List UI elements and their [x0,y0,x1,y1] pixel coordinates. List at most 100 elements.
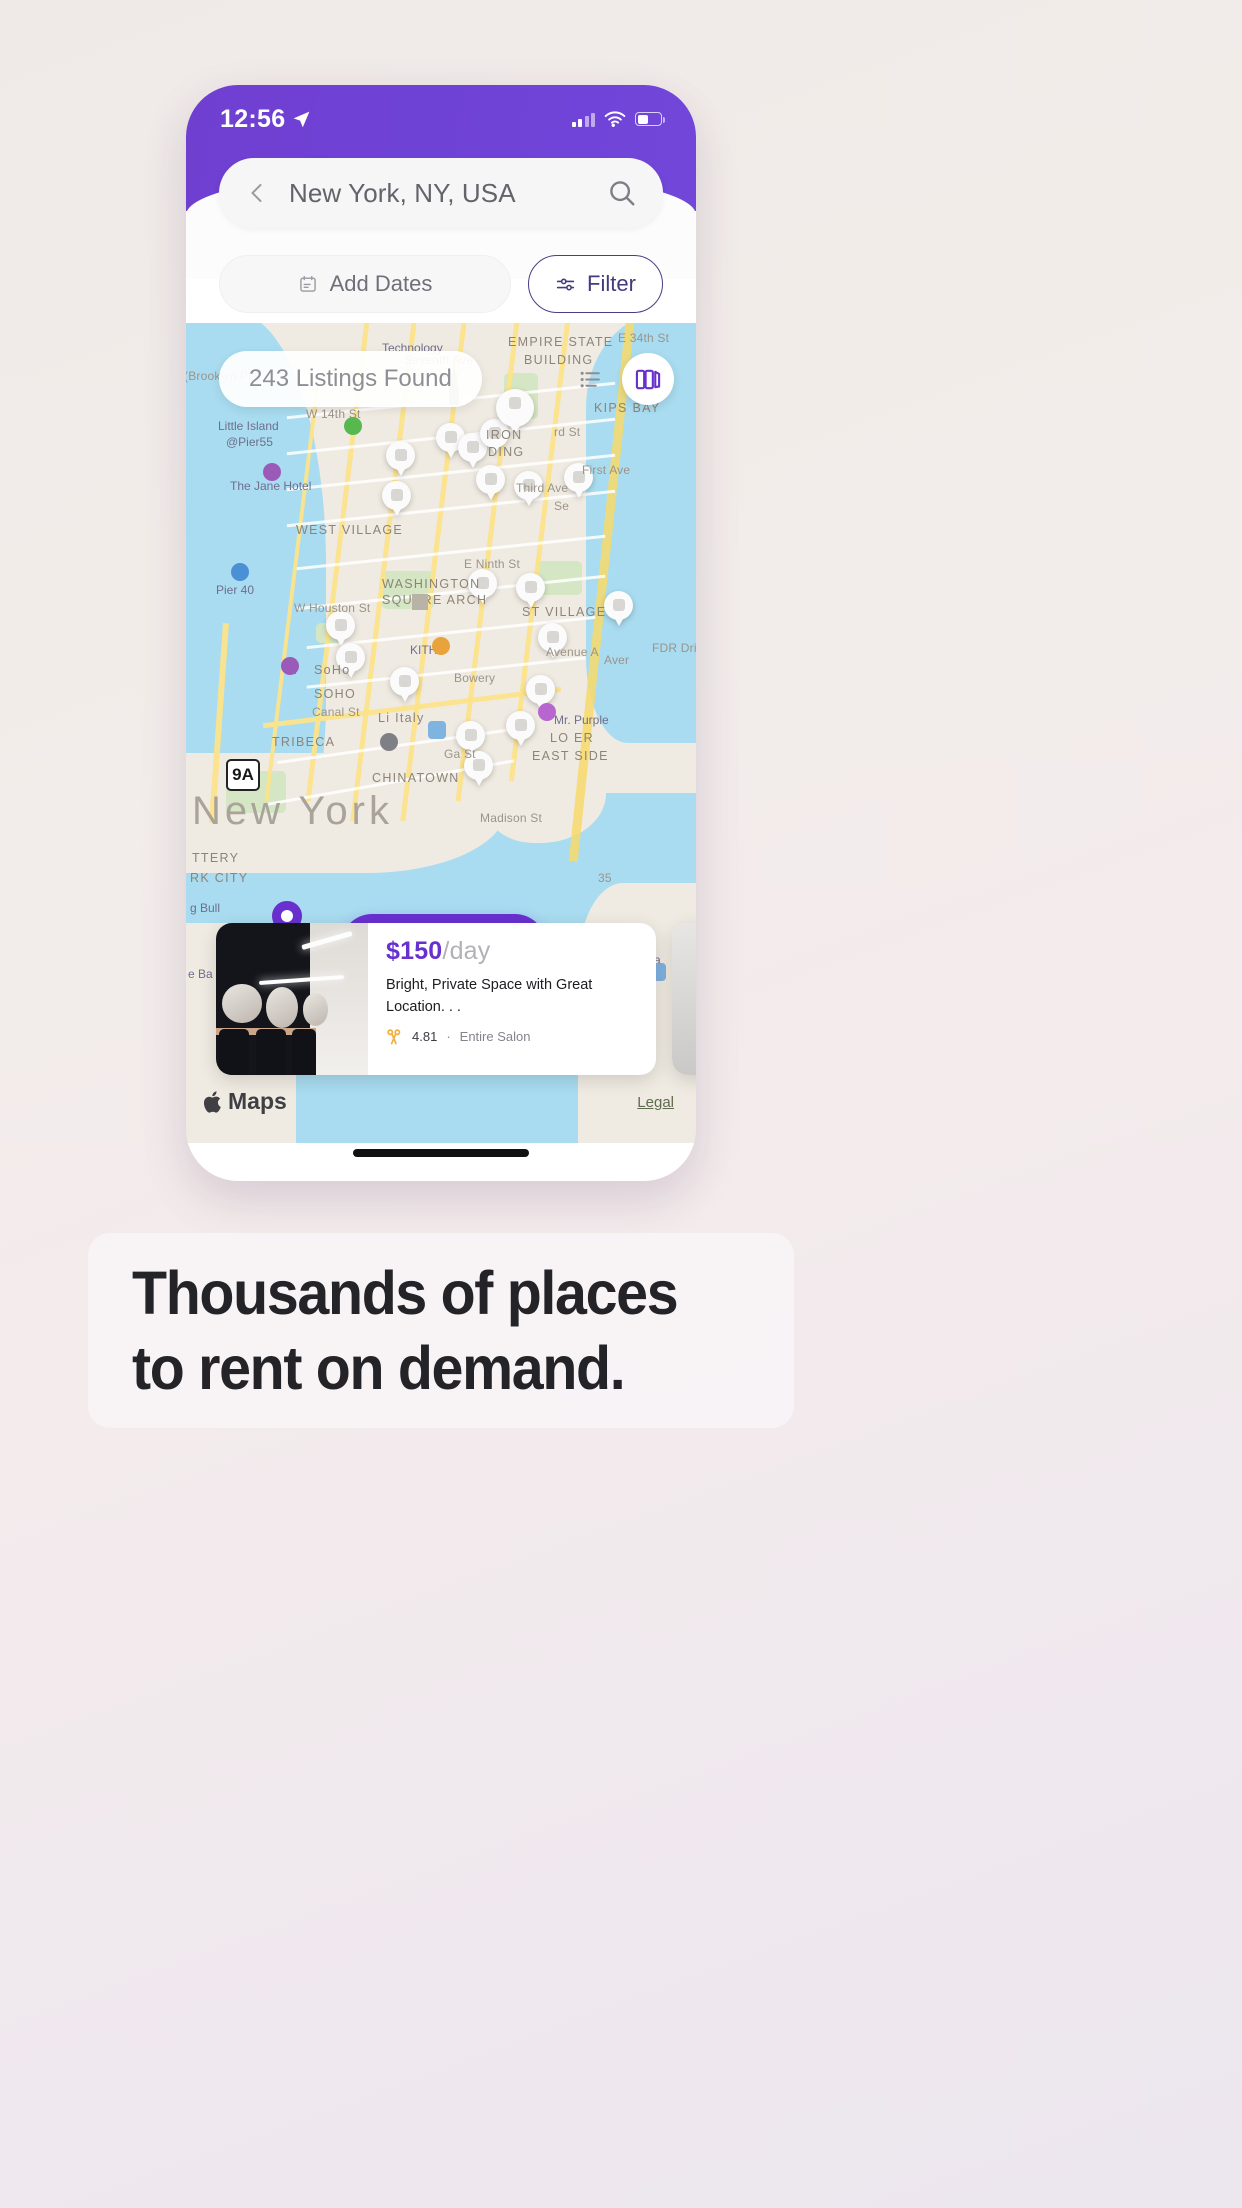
map-poi-park-icon [344,417,362,435]
map-label: DING [488,445,525,459]
map-label: Madison St [480,811,543,825]
listings-count-label: 243 Listings Found [249,365,452,392]
search-icon[interactable] [607,178,637,208]
map-label: FDR Drive N [652,641,696,655]
chevron-left-icon[interactable] [245,181,269,205]
caption-line-2: to rent on demand. [132,1333,626,1402]
map-label: Li Italy [378,711,425,725]
battery-icon [635,112,665,126]
phone-mockup: 12:56 New York, NY, USA Add Dates Filter… [186,85,696,1181]
listing-price: $150/day [386,937,640,966]
map-label: 35 [598,871,612,885]
map-label: Avenue A [546,645,599,659]
sliders-icon [556,278,575,290]
list-view-icon [580,371,600,387]
map-label: Mr. Purple [554,713,609,727]
list-view-button[interactable] [564,353,616,405]
filter-label: Filter [587,271,636,296]
map-transit-icon [428,721,446,739]
cellular-signal-icon [571,112,595,127]
legal-link[interactable]: Legal [637,1094,674,1111]
map-label: E Ninth St [464,557,521,571]
map-label: Ga St [444,747,476,761]
map-label: LO ER [550,731,595,745]
listings-count-chip[interactable]: 243 Listings Found [219,351,482,407]
status-bar: 12:56 [186,99,696,139]
map-label: TRIBECA [272,735,336,749]
map-label: ST VILLAGE [522,605,607,619]
apple-logo-icon [204,1090,221,1113]
map-pin-listing[interactable] [476,465,505,503]
map-label: Bowery [454,671,496,685]
listing-price-amount: $150 [386,937,443,965]
listing-card[interactable]: $150/day Bright, Private Space with Grea… [216,923,656,1075]
map-label: TTERY [192,851,240,865]
calendar-icon [299,275,316,292]
add-dates-label: Add Dates [329,271,433,296]
listing-meta: 4.81 · Entire Salon [386,1028,640,1045]
map-poi-hotel-icon [263,463,281,481]
listing-cards-carousel[interactable]: $150/day Bright, Private Space with Grea… [186,923,696,1075]
map-label: The Jane Hotel [230,479,312,493]
map-label: Little Island [218,419,279,433]
map-label: E 34th St [618,331,670,345]
home-indicator [353,1149,529,1157]
map-poi-kith-icon [432,637,450,655]
map-label: Canal St [312,705,360,719]
map-label: EMPIRE STATE [508,335,614,349]
maps-attribution: Maps [204,1088,287,1115]
listing-meta-separator: · [446,1028,451,1044]
map-poi-star-icon [380,733,398,751]
map-poi-art-icon [281,657,299,675]
map-label: RK CITY [190,871,249,885]
caption-panel: Thousands of places to rent on demand. [88,1233,794,1428]
caption-heading: Thousands of places to rent on demand. [132,1258,754,1402]
map-view-icon [635,369,660,389]
add-dates-button[interactable]: Add Dates [219,255,511,313]
map-label: Se [554,499,570,513]
caption-line-1: Thousands of places [132,1258,679,1327]
filter-button[interactable]: Filter [528,255,663,313]
wifi-icon [604,110,626,127]
scissors-icon [387,1028,401,1044]
map-label: New York [192,789,393,833]
map-label: SoHo [314,663,351,677]
listing-space-type: Entire Salon [459,1028,531,1044]
map-label: EAST SIDE [532,749,609,763]
map-label: Third Ave [516,481,569,495]
view-toggle-group [564,353,674,405]
map-label: SOHO [314,687,357,701]
map-route-shield-9a: 9A [226,759,260,791]
map-poi-arch-icon [408,585,432,611]
map-label: Pier 40 [216,583,255,597]
map-label: WEST VILLAGE [296,523,404,537]
map-label: SQUARE ARCH [382,593,488,607]
map-canvas[interactable]: Technology EMPIRE STATE BUILDING E 34th St K… [186,323,696,1143]
map-view-button[interactable] [622,353,674,405]
map-label: rd St [554,425,581,439]
map-label: IRON [486,428,523,442]
map-label: CHINATOWN [372,771,460,785]
map-pin-listing[interactable] [390,667,419,705]
maps-attribution-label: Maps [228,1088,287,1114]
map-pin-listing[interactable] [604,591,633,629]
search-input[interactable]: New York, NY, USA [289,178,607,209]
map-pin-listing[interactable] [382,481,411,519]
status-time: 12:56 [220,104,286,133]
listing-thumbnail [216,923,368,1075]
map-label: @Pier55 [226,435,273,449]
map-pin-listing[interactable] [386,441,415,479]
listing-thumbnail [672,923,696,1075]
filter-toolbar: Add Dates Filter [219,255,663,313]
search-bar[interactable]: New York, NY, USA [219,158,663,228]
listing-title: Bright, Private Space with Great Locatio… [386,977,593,1015]
map-poi-mr-purple-icon [538,703,556,721]
map-label: W Houston St [294,601,371,615]
listing-card[interactable] [672,923,696,1075]
map-poi-pier-icon [231,563,249,581]
location-arrow-icon [294,111,310,127]
map-label: Aver [604,653,630,667]
listing-info: $150/day Bright, Private Space with Grea… [368,923,656,1075]
listing-price-period: /day [442,937,491,965]
map-pin-listing[interactable] [506,711,535,749]
